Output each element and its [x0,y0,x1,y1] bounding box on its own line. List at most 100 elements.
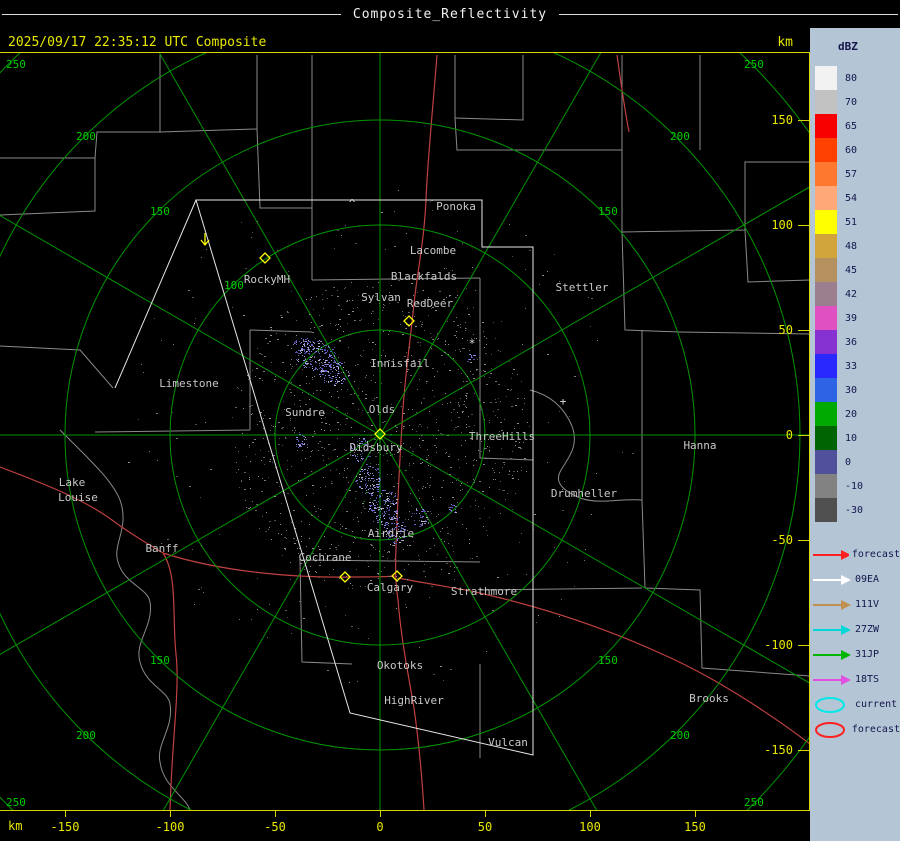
colorbar-swatch [815,282,837,306]
range-label: 250 [6,796,26,809]
track-arrow-icon [813,599,851,610]
colorbar-entry: 65 [815,114,863,138]
range-label: 200 [670,729,690,742]
colorbar-value: 20 [845,408,858,420]
colorbar-entry: 0 [815,450,863,474]
point-marker-icon: * [469,337,476,350]
city-label: Calgary [367,581,414,594]
title-bar: Composite_Reflectivity [0,0,900,28]
city-label: Olds [369,403,396,416]
colorbar-value: 33 [845,360,858,372]
colorbar-entry: 20 [815,402,863,426]
colorbar-value: 42 [845,288,858,300]
legend-track-row: 31JP [812,642,900,667]
colorbar-entry: -10 [815,474,863,498]
city-label: Ponoka [436,200,476,213]
legend-track-row: forecast [812,542,900,567]
legend-cell-label: forecast [851,724,900,735]
track-arrow-icon [813,624,851,635]
range-label: 100 [224,279,244,292]
colorbar-value: -10 [845,480,864,492]
legend-cell-row: current [812,692,900,717]
colorbar-value: 10 [845,432,858,444]
colorbar-entry: -30 [815,498,863,522]
range-label: 150 [598,205,618,218]
right-axis-tick-label: 50 [779,323,793,337]
city-label: Airdrie [368,527,414,540]
colorbar-entry: 30 [815,378,863,402]
city-label: RockyMH [244,273,290,286]
city-label: Lacombe [410,244,456,257]
range-label: 150 [598,654,618,667]
city-label: Strathmore [451,585,517,598]
colorbar-swatch [815,210,837,234]
track-arrow-icon [813,674,851,685]
colorbar-entries: 80 70 65 60 57 54 51 48 45 42 39 36 33 30 20 10 0 -10 -30 [815,66,863,522]
legend-track-label: 27ZW [855,624,880,635]
range-label: 150 [150,654,170,667]
colorbar-swatch [815,378,837,402]
title-rule-left [2,13,341,15]
map-area: 2025/09/17 22:35:12 UTC Composite km 250… [0,28,810,841]
city-label: Brooks [689,692,729,705]
bottom-axis-tick-label: -50 [264,820,286,834]
right-axis-tick-label: 0 [786,428,793,442]
colorbar-swatch [815,138,837,162]
colorbar-swatch [815,330,837,354]
colorbar-swatch [815,114,837,138]
colorbar-value: 65 [845,120,858,132]
range-label: 200 [670,130,690,143]
point-marker-icon: ^ [349,197,356,210]
track-arrow-icon [813,574,851,585]
city-label: Sylvan [361,291,401,304]
title-rule-right [559,13,898,15]
track-arrow-icon [813,549,849,560]
right-axis-tick-label: 100 [771,218,793,232]
range-label: 250 [6,58,26,71]
city-label: ThreeHills [469,430,535,443]
legend-track-label: 09EA [855,574,880,585]
city-label: Sundre [285,406,325,419]
colorbar-swatch [815,498,837,522]
legend-track-label: 31JP [855,649,880,660]
colorbar-value: 39 [845,312,858,324]
bottom-axis-tick-label: 100 [579,820,601,834]
right-axis-tick-label: -100 [764,638,793,652]
colorbar-value: 80 [845,72,858,84]
colorbar-entry: 54 [815,186,863,210]
point-marker-icon: + [560,395,567,408]
colorbar-value: 70 [845,96,858,108]
city-label: Hanna [683,439,716,452]
colorbar-swatch [815,354,837,378]
colorbar-swatch [815,450,837,474]
bottom-axis-tick-label: 50 [478,820,492,834]
colorbar-entry: 70 [815,90,863,114]
bottom-axis-tick-label: -100 [156,820,185,834]
colorbar-value: 45 [845,264,858,276]
city-label: HighRiver [384,694,444,707]
colorbar-value: 0 [845,456,852,468]
colorbar-value: 48 [845,240,858,252]
colorbar-swatch [815,186,837,210]
radar-map[interactable]: 250200150100250200150150200250150200250 … [0,28,810,841]
colorbar-value: 51 [845,216,858,228]
colorbar-entry: 80 [815,66,863,90]
right-axis-tick-label: 150 [771,113,793,127]
legend-track-row: 111V [812,592,900,617]
legend-cell-label: current [855,699,898,710]
colorbar-entry: 42 [815,282,863,306]
city-label: Stettler [556,281,609,294]
legend-track-label: forecast [851,549,900,560]
colorbar-swatch [815,258,837,282]
radar-application-window: Composite_Reflectivity 2025/09/17 22:35:… [0,0,900,841]
range-label: 250 [744,796,764,809]
range-label: 200 [76,729,96,742]
range-label: 250 [744,58,764,71]
legend-track-label: 18TS [855,674,880,685]
city-label: Blackfalds [391,270,457,283]
legend-track-label: 111V [855,599,880,610]
track-arrow-icon [813,649,851,660]
storm-ellipse-icon [815,721,845,738]
colorbar-entry: 10 [815,426,863,450]
colorbar-swatch [815,474,837,498]
